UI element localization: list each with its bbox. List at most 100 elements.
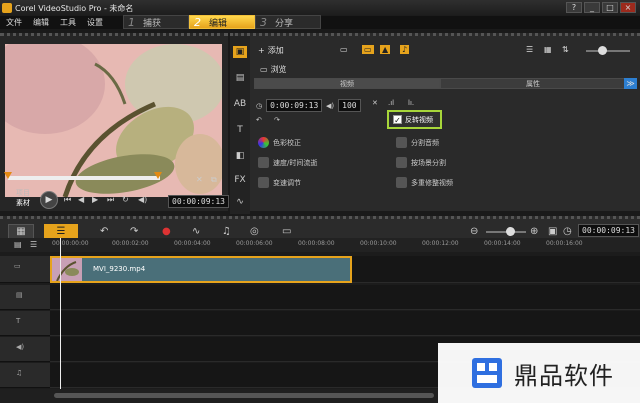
volume-icon[interactable]: ◀) [138,195,147,204]
step-label: 捕获 [143,18,162,29]
volume-value[interactable]: 100 [338,99,361,112]
storyboard-view-icon[interactable]: ▦ [8,224,34,239]
library-category-bar: ▣ ▤ AB T ◧ FX ∿ [230,36,250,214]
reverse-video-option[interactable]: ✓ 反转视频 [387,110,442,129]
project-mode-label[interactable]: 项目 [16,188,30,198]
menu-tools[interactable]: 工具 [60,17,76,28]
reverse-video-checkbox[interactable]: ✓ [393,115,402,125]
sort-icon[interactable]: ⇅ [562,45,569,54]
fade-out-icon[interactable]: lı. [408,99,414,107]
overlay-track[interactable] [50,285,640,310]
variable-speed-button[interactable]: 变速调节 [258,177,301,188]
music-track-icon: ♫ [16,369,23,377]
speed-remap-label: 速度/时间流逝 [273,158,318,167]
media-icon[interactable]: ▣ [233,46,247,58]
help-button[interactable]: ? [566,2,582,13]
music-track-header[interactable]: ♫ [0,363,50,388]
multi-trim-button[interactable]: 多重修整视频 [396,177,453,188]
preview-image [5,44,222,197]
overlay-track-header[interactable]: ▤ [0,285,50,310]
motion-tracking-icon[interactable]: ◎ [250,224,259,239]
fade-in-icon[interactable]: .ıl [388,99,394,107]
record-capture-icon[interactable]: ● [162,224,171,239]
filter-icon[interactable]: FX [233,174,247,186]
graphic-icon[interactable]: ◧ [233,150,247,162]
minimize-button[interactable]: _ [584,2,600,13]
maximize-button[interactable]: □ [602,2,618,13]
zoom-out-icon[interactable]: ⊖ [470,224,478,239]
title-track-header[interactable]: T [0,311,50,336]
video-clip[interactable]: MVI_9230.mp4 [50,256,352,283]
voice-track-header[interactable]: ◀) [0,337,50,362]
zoom-slider-knob[interactable] [506,227,515,236]
track-manager-icon[interactable]: ▤ [14,240,22,249]
video-track-header[interactable]: ▭ [0,256,50,283]
watermark: 鼎品软件 [438,343,640,403]
time-ruler[interactable]: ▤ ☰ 00:00:00:00 00:00:02:00 00:00:04:00 … [0,238,640,252]
image-filter-icon[interactable]: ▲ [380,45,391,54]
add-folder-button[interactable]: + 添加 [258,45,284,56]
split-audio-button[interactable]: 分割音频 [396,137,439,148]
title-icon[interactable]: T [233,124,247,136]
next-frame-icon[interactable]: ▶ [92,195,98,204]
mute-icon[interactable]: ✕ [372,99,378,107]
fit-project-icon[interactable]: ▣ [548,224,557,239]
auto-music-icon[interactable]: ♫ [222,224,231,239]
playhead[interactable] [60,238,61,389]
previous-frame-icon[interactable]: ◀ [78,195,84,204]
ruler-tick: 00:00:14:00 [484,240,521,247]
browse-button[interactable]: ▭ 浏览 [260,64,287,75]
timeline-timecode[interactable]: 00:00:09:13 [578,224,639,237]
split-by-scene-button[interactable]: 按场景分割 [396,157,446,168]
cut-icon[interactable]: ✕ [196,175,203,184]
ruler-tick: 00:00:08:00 [298,240,335,247]
clip-mode-label[interactable]: 素材 [16,198,30,208]
tab-attributes[interactable]: 属性 [440,78,626,89]
path-icon[interactable]: ∿ [233,196,247,208]
redo-icon[interactable]: ↷ [130,224,138,239]
play-button[interactable]: ▶ [40,191,58,209]
step-edit[interactable]: 2 编辑 [189,15,255,29]
close-button[interactable]: × [620,2,636,13]
mark-out-handle[interactable] [154,172,162,179]
thumbnail-size-slider[interactable] [586,50,630,52]
home-icon[interactable]: ⏮ [64,195,71,205]
duration-control[interactable]: ◷ 0:00:09:13 [256,99,323,112]
video-filter-icon[interactable]: ▭ [362,45,374,54]
scrollbar-thumb[interactable] [54,393,434,398]
undo-icon[interactable]: ↶ [100,224,108,239]
end-icon[interactable]: ⏭ [107,195,114,205]
zoom-in-icon[interactable]: ⊕ [530,224,538,239]
chapter-icon[interactable]: ☰ [30,240,37,249]
audio-filter-icon[interactable]: ♪ [400,45,410,54]
audio-mixer-icon[interactable]: ∿ [192,224,200,239]
scrubber-bar[interactable] [8,176,160,180]
mark-in-handle[interactable] [4,172,12,179]
instant-project-icon[interactable]: ▤ [233,72,247,84]
repeat-icon[interactable]: ↻ [122,195,129,204]
title-track[interactable] [50,311,640,336]
step-capture[interactable]: 1 捕获 [123,15,189,29]
color-correction-button[interactable]: 色彩校正 [258,137,301,148]
menu-file[interactable]: 文件 [6,17,22,28]
rotate-right-icon[interactable]: ↷ [274,116,280,124]
preview-timecode[interactable]: 00:00:09:13 [168,195,229,208]
folder-icon[interactable]: ▭ [340,45,348,54]
timeline-view-icon[interactable]: ☰ [44,224,78,239]
duration-value[interactable]: 0:00:09:13 [266,99,323,112]
list-view-icon[interactable]: ☰ [526,45,533,54]
slider-knob[interactable] [598,46,607,55]
speed-remap-button[interactable]: 速度/时间流逝 [258,157,317,168]
enlarge-icon[interactable]: ⧉ [211,175,217,185]
volume-control[interactable]: ◀) 100 [326,99,361,112]
transition-icon[interactable]: AB [233,98,247,110]
thumbnail-view-icon[interactable]: ▦ [544,45,552,54]
tab-video[interactable]: 视频 [254,78,440,89]
menu-edit[interactable]: 编辑 [33,17,49,28]
rotate-left-icon[interactable]: ↶ [256,116,262,124]
collapse-options-icon[interactable]: ≫ [624,78,637,89]
menu-settings[interactable]: 设置 [87,17,103,28]
step-share[interactable]: 3 分享 [255,15,321,29]
reverse-video-label: 反转视频 [405,115,433,124]
subtitle-editor-icon[interactable]: ▭ [282,224,291,239]
